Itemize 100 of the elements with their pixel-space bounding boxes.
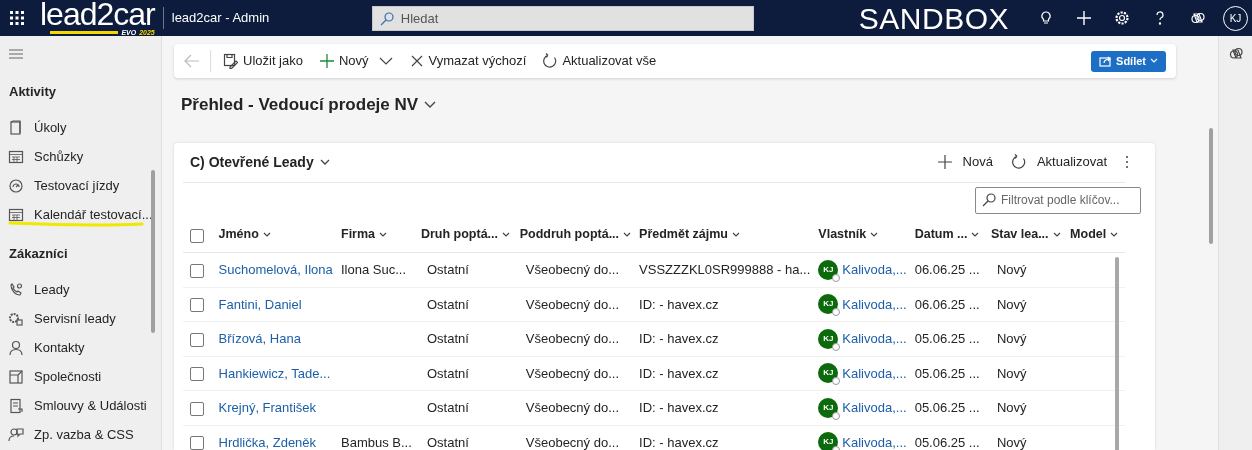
presence-icon: [832, 308, 841, 317]
table-cell: Ostatní: [426, 262, 469, 277]
calendar-icon: [8, 149, 24, 165]
toolbar-button[interactable]: Nový: [312, 47, 375, 75]
chevron-down-icon[interactable]: [424, 100, 437, 109]
checkbox[interactable]: [189, 401, 204, 416]
grid-action-button[interactable]: Aktualizovat: [1010, 152, 1107, 172]
settings-icon[interactable]: [1114, 10, 1130, 26]
table-cell: Nový: [996, 400, 1027, 415]
checkbox[interactable]: [189, 332, 204, 347]
copilot-icon[interactable]: [1190, 10, 1206, 26]
table-cell: Všeobecný do...: [525, 296, 619, 312]
more-icon[interactable]: [1125, 155, 1129, 169]
checkbox[interactable]: [189, 298, 204, 313]
clipboard-icon: [8, 120, 24, 136]
column-header[interactable]: Vlastník: [818, 225, 879, 245]
environment-label: SANDBOX: [858, 0, 1009, 37]
owner-link[interactable]: Kalivoda,...: [842, 329, 907, 349]
owner-link[interactable]: Kalivoda,...: [842, 363, 907, 383]
refresh-icon: [542, 53, 559, 69]
chevron-down-icon[interactable]: [319, 158, 330, 166]
table-cell: ID: - havex.cz: [639, 400, 719, 415]
table-cell: Všeobecný do...: [525, 400, 619, 415]
sidebar-item[interactable]: Leady: [0, 275, 150, 304]
column-header[interactable]: Poddruh poptá...: [519, 225, 632, 245]
owner-link[interactable]: Kalivoda,...: [842, 432, 907, 450]
scrollbar[interactable]: [1115, 256, 1119, 450]
column-header[interactable]: Druh poptá...: [420, 225, 510, 245]
name-link[interactable]: Suchomelová, Ilona: [218, 262, 333, 277]
table-cell: 05.06.25 ...: [914, 434, 980, 450]
column-header[interactable]: Datum ...: [914, 225, 980, 245]
table-cell: ID: - havex.cz: [639, 296, 719, 312]
table-cell: Ostatní: [426, 331, 469, 346]
checkbox[interactable]: [189, 367, 204, 382]
phone-icon: [8, 281, 24, 298]
column-header[interactable]: Stav lea...: [990, 225, 1061, 245]
owner-avatar: KJ: [818, 294, 839, 315]
table-cell: ID: - havex.cz: [639, 331, 719, 346]
owner-avatar: KJ: [818, 328, 839, 349]
toolbar-button[interactable]: Uložit jako: [217, 47, 309, 75]
lightbulb-icon[interactable]: [1038, 10, 1054, 26]
checkbox[interactable]: [189, 228, 204, 243]
sidebar-item[interactable]: Společnosti: [0, 362, 150, 391]
search-icon: [982, 192, 996, 207]
chevron-down-icon: [502, 232, 510, 238]
toolbar-button[interactable]: Vymazat výchozí: [402, 47, 533, 75]
table-cell: Všeobecný do...: [525, 262, 619, 277]
plus-icon[interactable]: [1076, 10, 1092, 26]
filter-field[interactable]: Filtrovat podle klíčov...: [975, 186, 1141, 214]
table-cell: ID: - havex.cz: [639, 434, 719, 450]
column-header[interactable]: Model: [1070, 225, 1119, 245]
app-title: lead2car - Admin: [171, 9, 271, 28]
search-field[interactable]: Hledat: [371, 5, 754, 31]
table-cell: Bambus B...: [341, 434, 412, 450]
speedometer-icon: [8, 178, 24, 194]
chevron-down-icon: [262, 232, 271, 238]
plus-icon: [318, 53, 335, 69]
name-link[interactable]: Břízová, Hana: [218, 331, 301, 346]
name-link[interactable]: Hrdlička, Zdeněk: [218, 434, 317, 450]
sidebar-item[interactable]: Testovací jízdy: [0, 171, 150, 201]
column-header[interactable]: Předmět zájmu: [639, 225, 740, 245]
table-cell: Všeobecný do...: [525, 365, 619, 381]
grid-title[interactable]: C) Otevřené Leady: [190, 151, 314, 173]
table-cell: Nový: [996, 296, 1027, 312]
sidebar-item[interactable]: Úkoly: [0, 113, 150, 143]
sidebar-item[interactable]: Kontakty: [0, 333, 150, 362]
column-header[interactable]: Firma: [341, 225, 388, 245]
share-button[interactable]: Sdílet: [1091, 50, 1166, 72]
table-cell: Nový: [996, 262, 1027, 277]
owner-link[interactable]: Kalivoda,...: [842, 260, 907, 280]
owner-link[interactable]: Kalivoda,...: [842, 294, 907, 314]
app-launcher-icon[interactable]: [10, 11, 24, 25]
owner-avatar: KJ: [818, 432, 839, 450]
view-title[interactable]: Přehled - Vedoucí prodeje NV: [181, 92, 419, 118]
table-cell: VSSZZZKL0SR999888 - ha...: [639, 262, 811, 277]
scrollbar[interactable]: [151, 170, 155, 333]
chevron-down-icon: [971, 232, 980, 238]
name-link[interactable]: Fantini, Daniel: [218, 296, 302, 312]
sidebar-group-title: Zákazníci: [9, 244, 69, 263]
checkbox[interactable]: [189, 436, 204, 450]
presence-icon: [832, 342, 841, 351]
toolbar-button[interactable]: Aktualizovat vše: [536, 47, 663, 75]
copilot-icon[interactable]: [1228, 46, 1243, 60]
sidebar-item[interactable]: Kalendář testovací...: [0, 200, 150, 230]
name-link[interactable]: Hankiewicz, Tade...: [218, 365, 331, 381]
table-cell: Ostatní: [426, 400, 469, 415]
scrollbar[interactable]: [1209, 128, 1213, 244]
presence-icon: [832, 411, 841, 420]
column-header[interactable]: Jméno: [218, 225, 271, 245]
presence-icon: [832, 273, 841, 282]
table-cell: 06.06.25 ...: [914, 296, 980, 312]
checkbox[interactable]: [189, 263, 204, 278]
owner-link[interactable]: Kalivoda,...: [842, 398, 907, 418]
sidebar-item[interactable]: Schůzky: [0, 142, 150, 172]
name-link[interactable]: Krejný, František: [218, 400, 317, 415]
sidebar-item[interactable]: Servisní leady: [0, 304, 150, 333]
sidebar-item[interactable]: Zp. vazba & CSS: [0, 420, 150, 449]
sidebar-item[interactable]: Smlouvy & Události: [0, 391, 150, 420]
save-as-icon: [223, 53, 239, 69]
grid-action-button[interactable]: Nová: [936, 152, 993, 172]
